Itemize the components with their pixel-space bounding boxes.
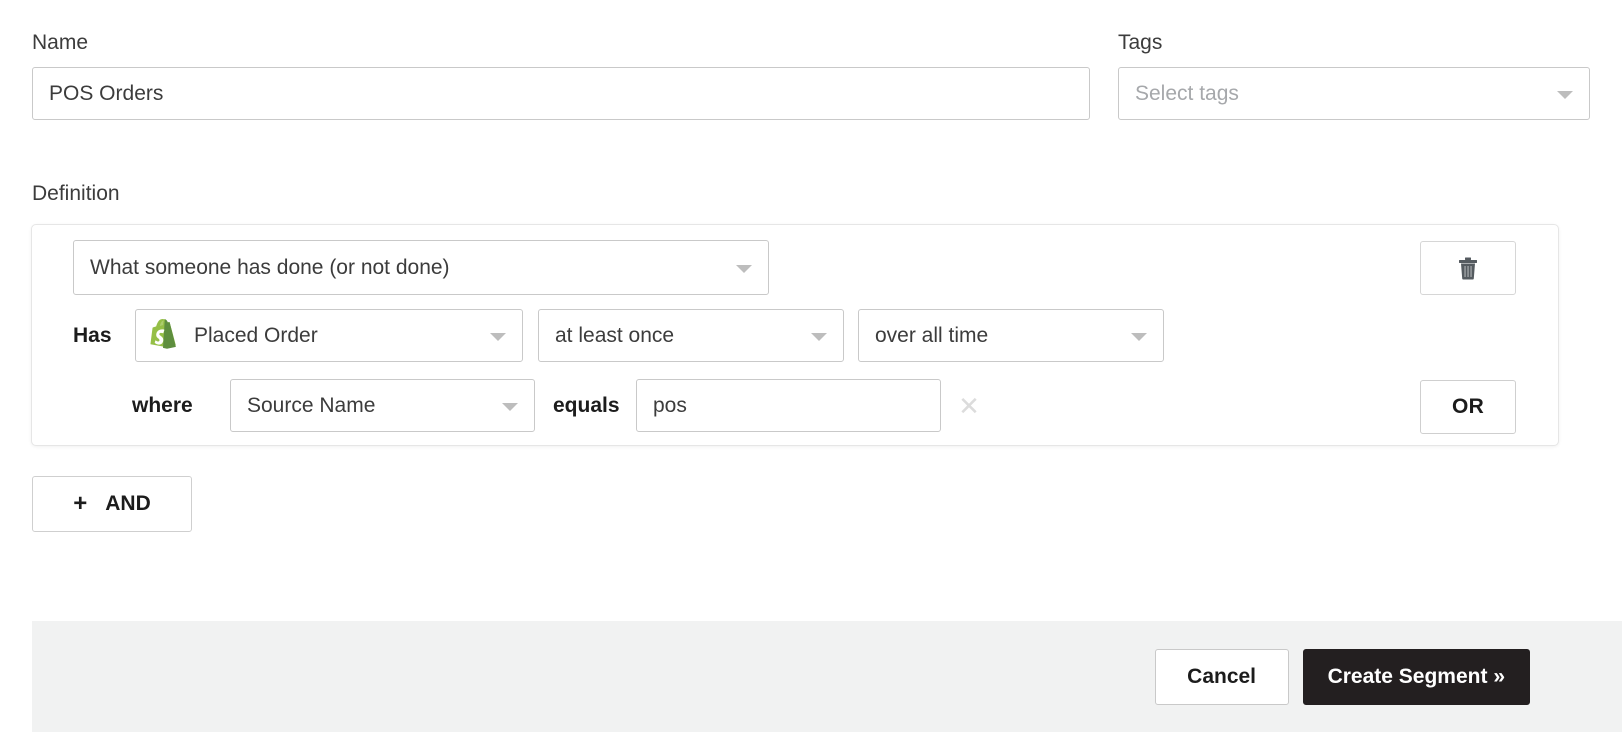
definition-card: What someone has done (or not done) Has: [31, 224, 1559, 446]
where-label: where: [132, 379, 230, 432]
segment-name-input[interactable]: POS Orders: [32, 67, 1090, 120]
dimension-select[interactable]: Source Name: [230, 379, 535, 432]
timeframe-value: over all time: [875, 324, 988, 348]
trigger-row: What someone has done (or not done): [73, 240, 769, 295]
chevron-down-icon: [736, 265, 752, 273]
chevron-down-icon: [502, 403, 518, 411]
metric-value: Placed Order: [194, 324, 318, 348]
dimension-value: Source Name: [247, 394, 375, 418]
plus-icon: +: [73, 492, 87, 516]
shopify-icon: [150, 319, 180, 353]
tags-placeholder: Select tags: [1135, 82, 1239, 106]
chevron-down-icon: [1131, 333, 1147, 341]
definition-label: Definition: [32, 182, 120, 206]
and-label: AND: [105, 492, 151, 516]
delete-condition-button[interactable]: [1420, 241, 1516, 295]
footer-bar: Cancel Create Segment »: [32, 621, 1622, 732]
cancel-button[interactable]: Cancel: [1155, 649, 1289, 705]
frequency-value: at least once: [555, 324, 674, 348]
tags-field-group: Tags Select tags: [1118, 30, 1590, 120]
trash-icon: [1458, 257, 1478, 280]
has-row: Has Placed Order at least once over all …: [73, 309, 1164, 362]
where-row: where Source Name equals pos ✕: [132, 379, 989, 432]
trigger-type-value: What someone has done (or not done): [90, 256, 450, 280]
tags-label: Tags: [1118, 30, 1590, 56]
frequency-select[interactable]: at least once: [538, 309, 844, 362]
form-top-row: Name POS Orders Tags Select tags: [32, 30, 1590, 120]
add-and-button[interactable]: + AND: [32, 476, 192, 532]
chevron-down-icon: [490, 333, 506, 341]
has-label: Has: [73, 309, 135, 362]
timeframe-select[interactable]: over all time: [858, 309, 1164, 362]
name-field-group: Name POS Orders: [32, 30, 1090, 120]
segment-builder-page: Name POS Orders Tags Select tags Definit…: [0, 0, 1622, 732]
chevron-down-icon: [811, 333, 827, 341]
chevron-down-icon: [1557, 91, 1573, 99]
tags-select[interactable]: Select tags: [1118, 67, 1590, 120]
operator-label: equals: [535, 379, 636, 432]
name-label: Name: [32, 30, 1090, 56]
filter-value-input[interactable]: pos: [636, 379, 941, 432]
add-or-button[interactable]: OR: [1420, 380, 1516, 434]
trigger-type-select[interactable]: What someone has done (or not done): [73, 240, 769, 295]
metric-select[interactable]: Placed Order: [135, 309, 523, 362]
create-segment-button[interactable]: Create Segment »: [1303, 649, 1530, 705]
close-icon[interactable]: ✕: [949, 379, 989, 432]
